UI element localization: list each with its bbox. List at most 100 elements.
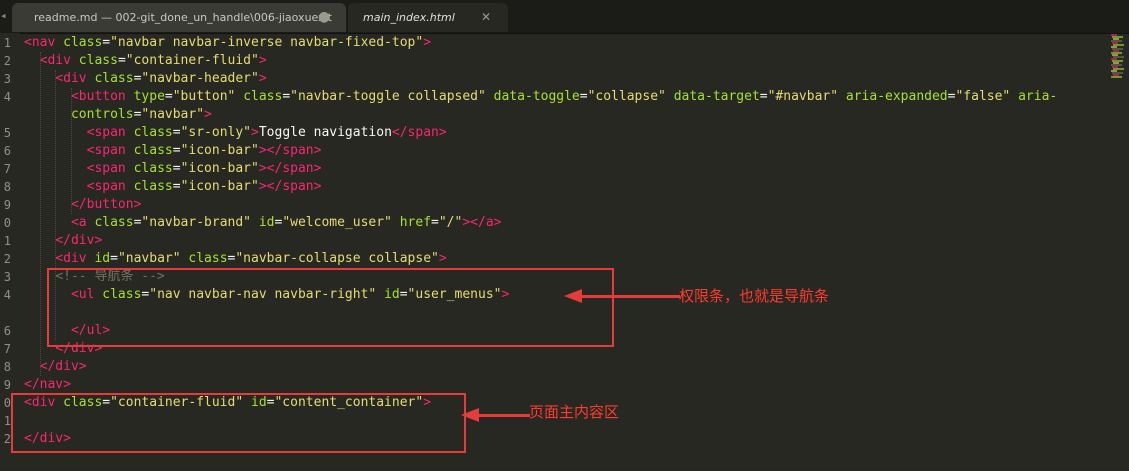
line-number: 9	[3, 198, 11, 212]
code-token: class	[133, 143, 173, 158]
code-token: class	[133, 179, 173, 194]
code-line: <nav class="navbar navbar-inverse navbar…	[24, 34, 431, 52]
tab-scroll-icon[interactable]: ◂	[0, 9, 8, 23]
code-token: "navbar"	[117, 251, 181, 266]
code-line: </div>	[24, 232, 102, 250]
code-line: controls="navbar">	[24, 106, 212, 124]
code-line: <button type="button" class="navbar-togg…	[24, 88, 1057, 106]
line-number: 1	[3, 36, 11, 50]
code-token: =	[164, 89, 173, 104]
line-number: 6	[3, 324, 11, 338]
code-token: >	[78, 359, 87, 374]
nav-annotation-arrow	[582, 295, 680, 298]
code-token: aria-	[1018, 89, 1058, 104]
code-token: <span	[86, 161, 126, 176]
line-number: 0	[3, 216, 11, 230]
line-number: 3	[3, 72, 11, 86]
code-token: >	[204, 107, 212, 122]
nav-annotation-arrowhead	[564, 289, 582, 303]
line-number: 7	[3, 342, 11, 356]
code-line: </div>	[24, 358, 87, 376]
code-token: </span	[391, 125, 439, 140]
line-number: 4	[3, 288, 11, 302]
tab-readme[interactable]: readme.md — 002-git_done_un_handle\006-j…	[12, 3, 346, 32]
code-token: >	[258, 179, 267, 194]
code-line: </nav>	[24, 376, 71, 394]
line-number: 7	[3, 162, 11, 176]
code-token: =	[117, 53, 126, 68]
code-token: <	[24, 35, 32, 50]
code-token: >	[258, 161, 267, 176]
content-annotation-box	[11, 393, 466, 453]
code-token: "navbar"	[141, 107, 205, 122]
tab-label: readme.md — 002-git_done_un_handle\006-j…	[34, 11, 332, 24]
code-token: =	[282, 89, 291, 104]
line-number: 8	[3, 180, 11, 194]
line-number	[0, 304, 11, 322]
code-token: "icon-bar"	[180, 179, 259, 194]
code-line: <span class="icon-bar"></span>	[24, 178, 322, 196]
code-token: =	[172, 179, 181, 194]
line-number: 9	[3, 378, 11, 392]
content-annotation-label: 页面主内容区	[529, 403, 620, 421]
close-icon[interactable]: ✕	[480, 11, 492, 23]
minimap[interactable]	[1110, 34, 1129, 80]
code-token: </div	[39, 359, 79, 374]
code-token: =	[172, 161, 181, 176]
code-token: controls	[70, 107, 134, 122]
code-line: <span class="sr-only">Toggle navigation<…	[24, 124, 447, 142]
code-token: "navbar-brand"	[141, 215, 251, 230]
code-token: class	[78, 53, 118, 68]
code-token: "navbar-header"	[141, 71, 259, 86]
code-token: class	[133, 161, 173, 176]
code-token: >	[493, 215, 502, 230]
line-number: 1	[3, 414, 11, 428]
code-token: "welcome_user"	[282, 215, 392, 230]
code-token: =	[110, 251, 118, 266]
code-token: <span	[86, 125, 126, 140]
code-token: </button	[70, 197, 134, 212]
code-token: >	[313, 179, 322, 194]
code-token: >	[258, 71, 267, 86]
code-token: "#navbar"	[767, 89, 839, 104]
dot-icon[interactable]: ●	[318, 10, 330, 24]
code-token: "false"	[955, 89, 1011, 104]
minimap-line	[1111, 76, 1122, 78]
code-token: >	[258, 143, 267, 158]
code-token: >	[462, 215, 471, 230]
code-token: </span	[266, 161, 314, 176]
code-token: href	[399, 215, 432, 230]
line-number: 3	[3, 270, 11, 284]
code-token: </span	[266, 143, 314, 158]
code-token: </span	[266, 179, 314, 194]
code-token: "button"	[172, 89, 236, 104]
tab-bar: ◂ readme.md — 002-git_done_un_handle\006…	[0, 0, 1129, 34]
code-token: >	[63, 377, 71, 392]
code-token: "navbar-toggle collapsed"	[290, 89, 486, 104]
indent-guide	[39, 52, 41, 376]
code-line: <div class="navbar-header">	[24, 70, 267, 88]
code-token: aria-expanded	[845, 89, 948, 104]
code-token: class	[63, 35, 103, 50]
code-token: "sr-only"	[180, 125, 252, 140]
content-annotation-arrow	[478, 414, 530, 417]
code-line: <a class="navbar-brand" id="welcome_user…	[24, 214, 502, 232]
tab-main-index[interactable]: main_index.html ✕	[348, 3, 508, 32]
tab-label: main_index.html	[363, 11, 455, 24]
code-token: nav	[39, 377, 64, 392]
indent-guide	[71, 88, 73, 214]
line-number: 1	[3, 234, 11, 248]
code-line: <div class="container-fluid">	[24, 52, 267, 70]
